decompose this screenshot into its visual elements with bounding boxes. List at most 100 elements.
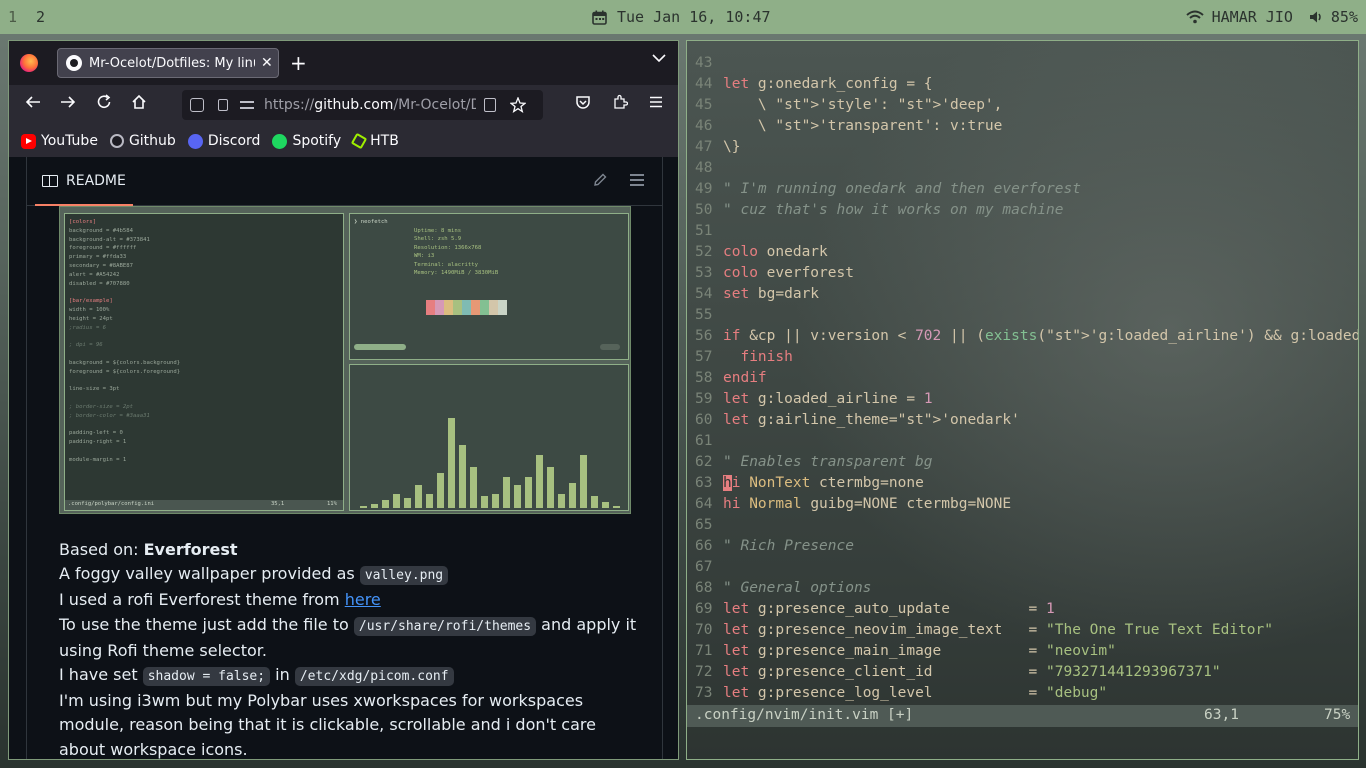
vim-line[interactable]: 55 — [695, 305, 1358, 326]
pencil-edit-icon[interactable] — [593, 173, 607, 187]
line-text: let g:onedark_config = { — [723, 76, 933, 92]
workspace-1[interactable]: 1 — [8, 8, 17, 26]
page-content: README [colors] background = #4b584 backgr… — [9, 157, 678, 759]
bookmark-youtube[interactable]: YouTube — [21, 133, 98, 149]
url-bar[interactable]: https://github.com/Mr-Ocelot/D — [182, 90, 543, 120]
line-number: 65 — [695, 517, 713, 533]
vim-line[interactable]: 44 let g:onedark_config = { — [695, 74, 1358, 95]
preview-code-line — [69, 332, 180, 341]
line-text: set bg=dark — [723, 286, 820, 302]
line-text: if &cp || v:version < 702 || (exists("st… — [723, 328, 1359, 344]
permissions-icon[interactable] — [240, 101, 254, 109]
vim-line[interactable]: 53 colo everforest — [695, 263, 1358, 284]
line-number: 69 — [695, 601, 713, 617]
vim-line[interactable]: 57 finish — [695, 347, 1358, 368]
firefox-logo-icon[interactable] — [20, 54, 38, 72]
vim-line[interactable]: 66 " Rich Presence — [695, 536, 1358, 557]
vim-line[interactable]: 50 " cuz that's how it works on my machin… — [695, 200, 1358, 221]
vim-line[interactable]: 49 " I'm running onedark and then everfor… — [695, 179, 1358, 200]
bookmark-github[interactable]: Github — [109, 133, 176, 149]
workspace-2[interactable]: 2 — [36, 8, 45, 26]
line-text: \} — [723, 139, 741, 155]
vim-line[interactable]: 72 let g:presence_client_id = "7932714412… — [695, 662, 1358, 683]
bookmark-spotify[interactable]: Spotify — [272, 133, 341, 149]
readme-line: I have set shadow = false; in /etc/xdg/p… — [59, 663, 639, 689]
forward-arrow-icon[interactable] — [60, 94, 76, 110]
preview-status-file: .config/polybar/config.ini — [68, 501, 155, 507]
preview-audio-bar — [360, 506, 367, 508]
line-number: 44 — [695, 76, 713, 92]
back-arrow-icon[interactable] — [25, 94, 41, 110]
preview-audio-bar — [459, 445, 466, 508]
readme-line: Based on: Everforest — [59, 538, 639, 562]
vim-line[interactable]: 46 \ "st">'transparent': v:true — [695, 116, 1358, 137]
url-text[interactable]: https://github.com/Mr-Ocelot/D — [264, 97, 476, 113]
here-link[interactable]: here — [345, 590, 381, 609]
line-text: endif — [723, 370, 767, 386]
vim-line[interactable]: 68 " General options — [695, 578, 1358, 599]
vim-line[interactable]: 54 set bg=dark — [695, 284, 1358, 305]
vim-line[interactable]: 60 let g:airline_theme="st">'onedark' — [695, 410, 1358, 431]
vim-line[interactable]: 48 — [695, 158, 1358, 179]
line-text: let g:airline_theme="st">'onedark' — [723, 412, 1020, 428]
vim-line[interactable]: 62 " Enables transparent bg — [695, 452, 1358, 473]
line-number: 60 — [695, 412, 713, 428]
hamburger-menu-icon[interactable] — [648, 94, 664, 110]
volume-icon[interactable] — [1309, 10, 1323, 24]
close-tab-icon[interactable]: ✕ — [261, 55, 273, 71]
vim-line[interactable]: 64 hi Normal guibg=NONE ctermbg=NONE — [695, 494, 1358, 515]
preview-audio-bar — [591, 496, 598, 508]
tab-github-dotfiles[interactable]: Mr-Ocelot/Dotfiles: My linu ✕ — [57, 48, 279, 78]
vim-buffer[interactable]: 43 44 let g:onedark_config = { 45 \ "st">'s… — [695, 53, 1359, 704]
tracking-protection-shield-icon[interactable] — [190, 98, 204, 112]
vim-line[interactable]: 71 let g:presence_main_image = "neovim" — [695, 641, 1358, 662]
pocket-icon[interactable] — [575, 94, 591, 110]
vim-line[interactable]: 69 let g:presence_auto_update = 1 — [695, 599, 1358, 620]
preview-audio-bar — [382, 500, 389, 508]
readme-screenshot-image: [colors] background = #4b584 background-al… — [59, 206, 631, 514]
preview-fetch-line: Resolution: 1366x768 — [414, 244, 482, 251]
vim-line[interactable]: 47 \} — [695, 137, 1358, 158]
preview-status-line: .config/polybar/config.ini 35,1 11% — [65, 500, 343, 510]
preview-prompt-bar — [354, 344, 406, 350]
vim-line[interactable]: 58 endif — [695, 368, 1358, 389]
readme-tab[interactable]: README — [35, 157, 133, 206]
outline-list-icon[interactable] — [630, 174, 644, 186]
list-all-tabs-chevron-icon[interactable] — [652, 53, 666, 63]
vim-line[interactable]: 56 if &cp || v:version < 702 || (exists("… — [695, 326, 1359, 347]
vim-line[interactable]: 59 let g:loaded_airline = 1 — [695, 389, 1358, 410]
reload-icon[interactable] — [96, 94, 112, 110]
preview-audio-bar — [492, 494, 499, 508]
status-scroll-percent: 75% — [1324, 707, 1351, 723]
vim-line[interactable]: 43 — [695, 53, 1358, 74]
bookmark-htb[interactable]: HTB — [350, 132, 399, 150]
vim-line[interactable]: 61 — [695, 431, 1358, 452]
readme-body: Based on: Everforest A foggy valley wall… — [59, 538, 639, 759]
vim-line[interactable]: 45 \ "st">'style': "st">'deep', — [695, 95, 1358, 116]
line-number: 55 — [695, 307, 713, 323]
extensions-icon[interactable] — [612, 94, 628, 110]
bookmark-star-icon[interactable] — [510, 97, 526, 113]
datetime-text: Tue Jan 16, 10:47 — [617, 8, 771, 26]
line-number: 72 — [695, 664, 713, 680]
vim-line[interactable]: 67 — [695, 557, 1358, 578]
vim-line[interactable]: 63 hi NonText ctermbg=none — [695, 473, 1358, 494]
vim-line[interactable]: 51 — [695, 221, 1358, 242]
preview-audio-bar — [547, 467, 554, 508]
vim-line[interactable]: 65 — [695, 515, 1358, 536]
vim-line[interactable]: 52 colo onedark — [695, 242, 1358, 263]
new-tab-button[interactable]: + — [290, 51, 307, 75]
vim-line[interactable]: 70 let g:presence_neovim_image_text = "Th… — [695, 620, 1358, 641]
neovim-terminal-window[interactable]: 43 44 let g:onedark_config = { 45 \ "st">'s… — [686, 40, 1359, 760]
bookmarks-toolbar: YouTube Github Discord Spotify HTB — [9, 125, 678, 157]
lock-icon[interactable] — [218, 99, 228, 111]
home-icon[interactable] — [131, 94, 147, 110]
preview-code-line: ; dpi = 96 — [69, 342, 103, 349]
volume-level[interactable]: 85% — [1331, 8, 1358, 26]
preview-status-pct: 11% — [327, 501, 337, 507]
bookmark-discord[interactable]: Discord — [187, 133, 260, 149]
line-number: 73 — [695, 685, 713, 701]
reader-view-icon[interactable] — [484, 98, 496, 112]
vim-line[interactable]: 73 let g:presence_log_level = "debug" — [695, 683, 1358, 704]
preview-code-line: background = ${colors.background} — [69, 359, 181, 366]
